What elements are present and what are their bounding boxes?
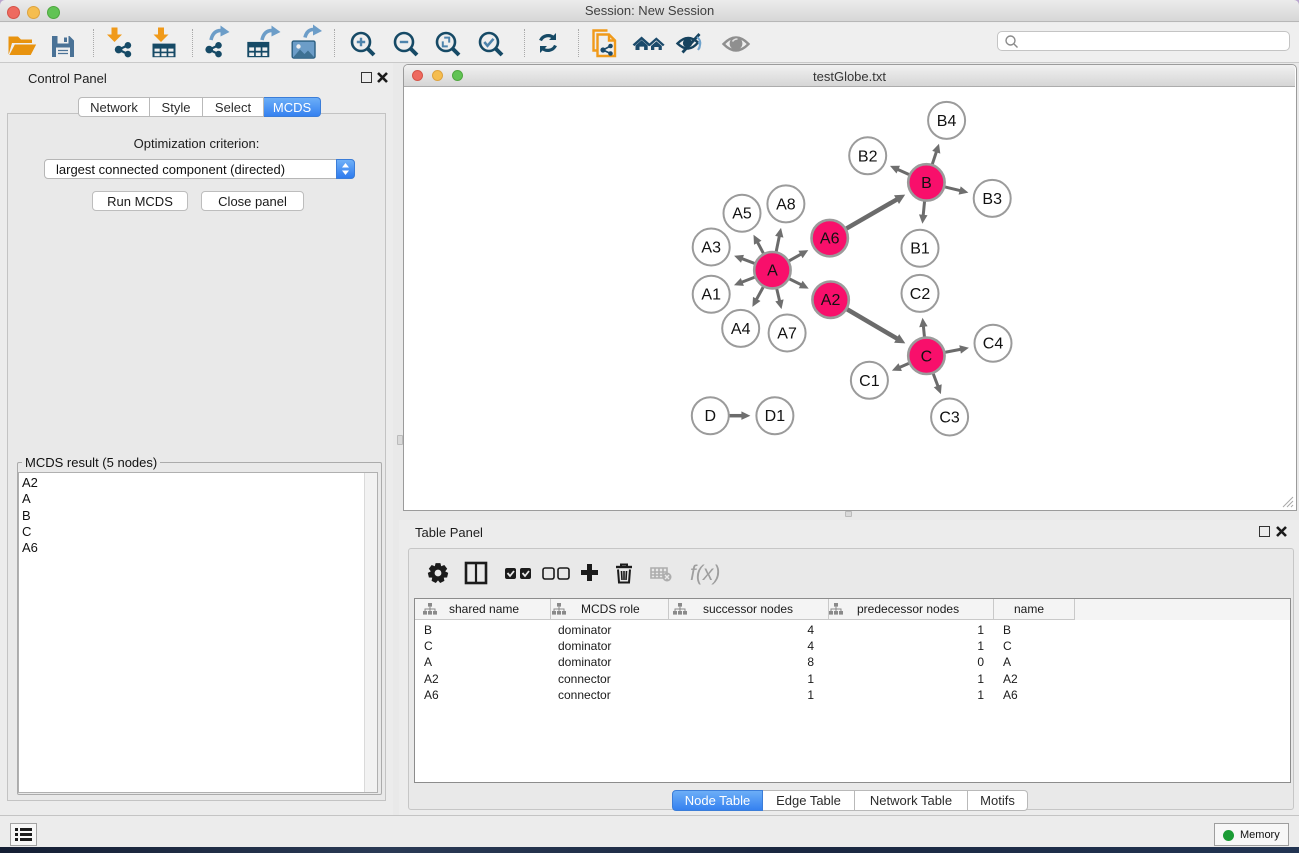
svg-text:A: A	[767, 263, 778, 280]
svg-text:C1: C1	[859, 373, 880, 390]
svg-text:B: B	[921, 175, 932, 192]
svg-text:D1: D1	[765, 408, 786, 425]
svg-text:C4: C4	[983, 336, 1004, 353]
svg-text:A2: A2	[821, 292, 841, 309]
svg-text:D: D	[705, 408, 717, 425]
svg-text:A8: A8	[776, 196, 796, 213]
svg-text:B3: B3	[982, 191, 1002, 208]
svg-text:A5: A5	[732, 206, 752, 223]
svg-text:A1: A1	[701, 287, 721, 304]
svg-text:C: C	[921, 348, 933, 365]
svg-text:C2: C2	[910, 286, 931, 303]
svg-text:A7: A7	[777, 326, 797, 343]
svg-text:C3: C3	[939, 410, 960, 427]
svg-text:f(x): f(x)	[690, 562, 720, 585]
svg-text:A6: A6	[820, 231, 840, 248]
svg-text:A4: A4	[731, 321, 751, 338]
svg-text:A3: A3	[701, 240, 721, 257]
svg-text:B4: B4	[937, 113, 957, 130]
svg-text:B1: B1	[910, 241, 930, 258]
svg-text:B2: B2	[858, 148, 878, 165]
